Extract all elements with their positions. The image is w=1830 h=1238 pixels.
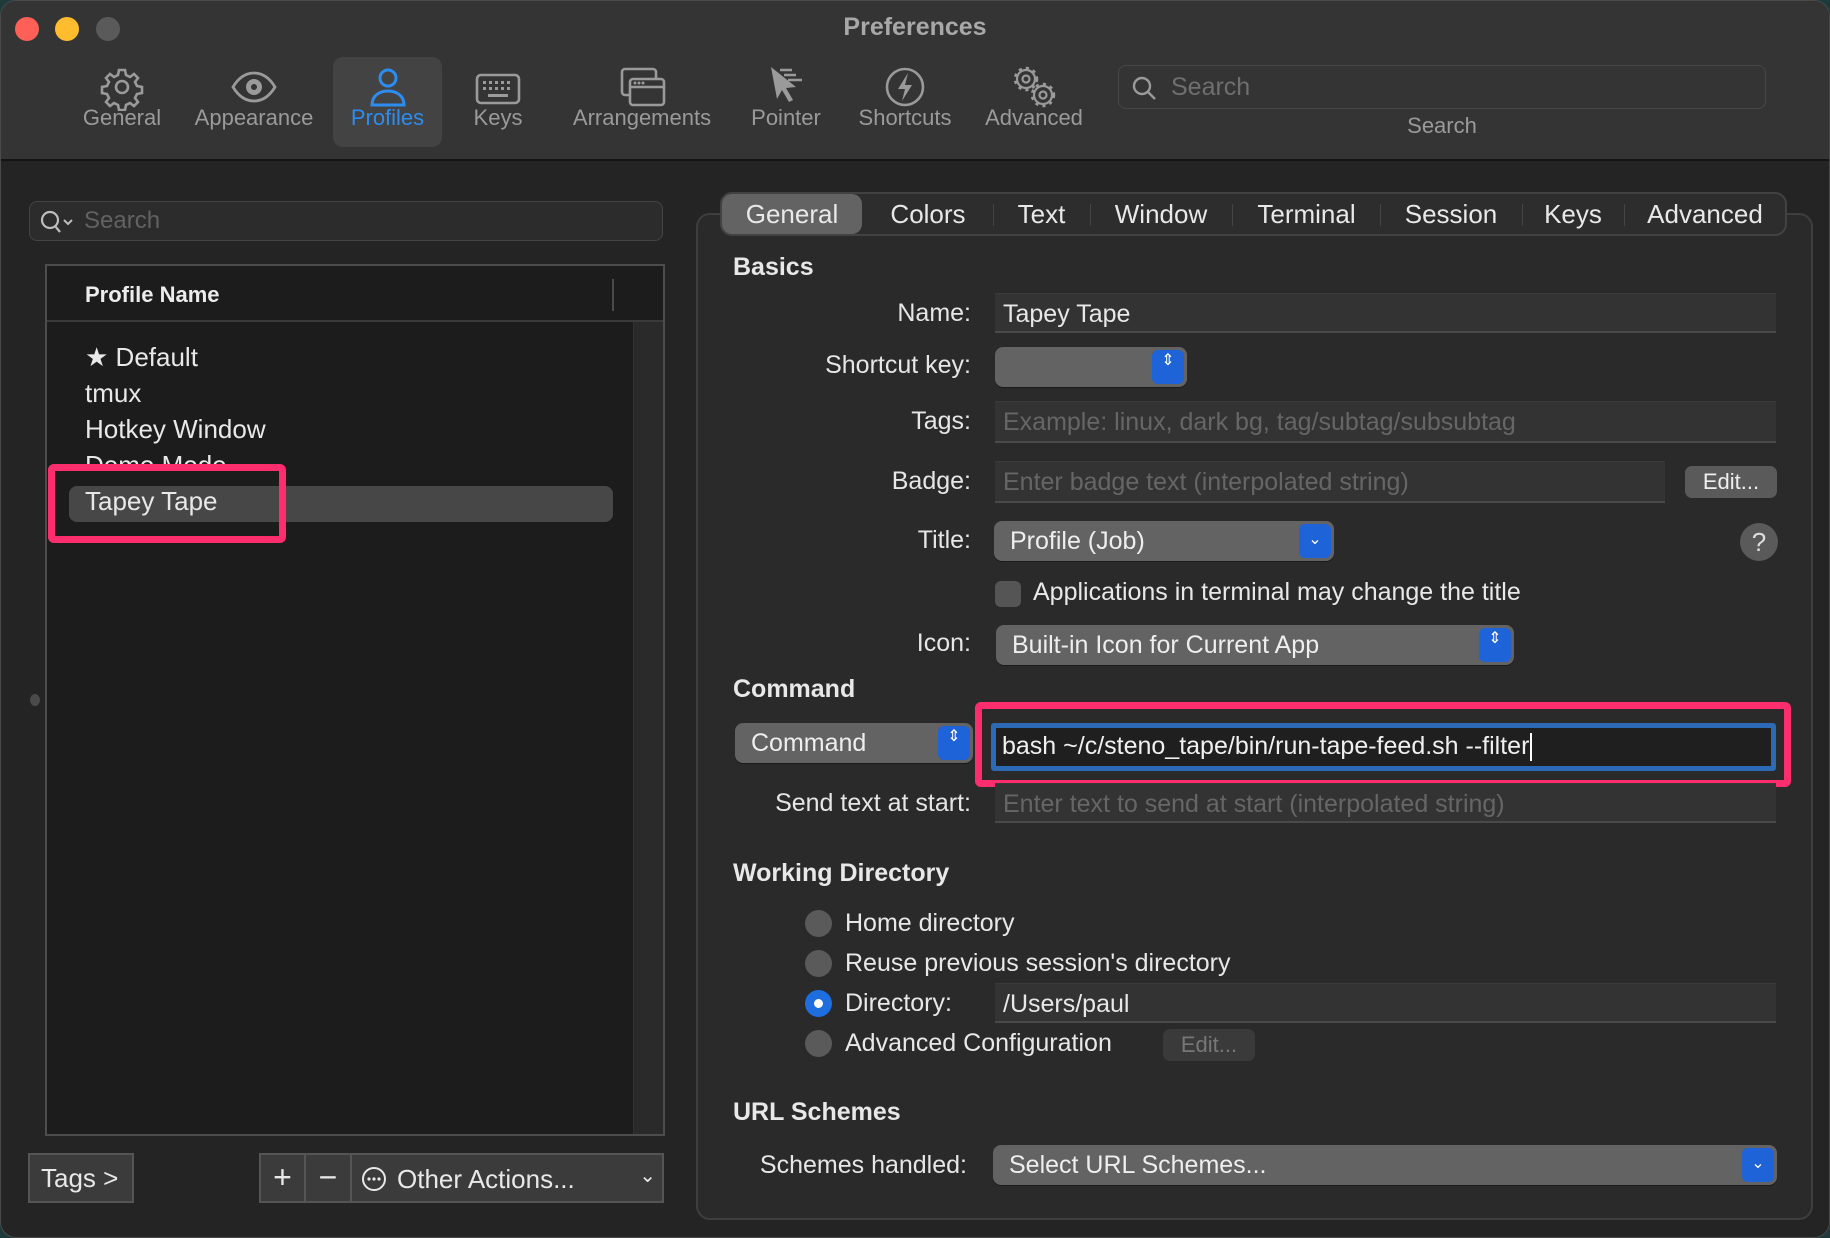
- up-down-chevron-icon: ⇕: [1152, 350, 1184, 384]
- add-profile-button[interactable]: +: [259, 1153, 306, 1203]
- name-field[interactable]: Tapey Tape: [995, 293, 1776, 333]
- section-working-directory-heading: Working Directory: [733, 859, 950, 887]
- tab-terminal[interactable]: Terminal: [1233, 194, 1380, 234]
- apps-change-title-label[interactable]: Applications in terminal may change the …: [1033, 578, 1521, 607]
- toolbar-arrangements[interactable]: Arrangements: [563, 57, 721, 147]
- radio-reuse-previous[interactable]: [805, 950, 832, 977]
- profile-item-hotkey-window[interactable]: Hotkey Window: [85, 414, 266, 445]
- lightning-icon: [849, 57, 961, 107]
- pointer-icon: [741, 57, 831, 107]
- toolbar-search-input[interactable]: Search: [1118, 65, 1766, 109]
- chevron-down-icon: ⌄: [639, 1165, 656, 1187]
- badge-label: Badge:: [891, 467, 971, 495]
- profile-list: Profile Name ★ Default tmux Hotkey Windo…: [45, 264, 665, 1136]
- command-input[interactable]: bash ~/c/steno_tape/bin/run-tape-feed.sh…: [991, 723, 1776, 771]
- toolbar-appearance[interactable]: Appearance: [189, 57, 319, 147]
- title-dropdown[interactable]: Profile (Job) ⌄: [994, 521, 1334, 561]
- keyboard-icon: [459, 57, 537, 107]
- column-divider: [612, 279, 614, 311]
- profile-item-demo-mode[interactable]: Demo Mode: [85, 450, 227, 470]
- shortcut-key-popup[interactable]: ⇕: [995, 347, 1187, 387]
- other-actions-dropdown[interactable]: Other Actions... ⌄: [350, 1153, 664, 1203]
- up-down-chevron-icon: ⇕: [938, 726, 970, 760]
- tags-input[interactable]: Example: linux, dark bg, tag/subtag/subs…: [995, 401, 1776, 443]
- tab-general[interactable]: General: [722, 194, 862, 234]
- toolbar-keys[interactable]: Keys: [459, 57, 537, 147]
- home-directory-label[interactable]: Home directory: [845, 909, 1015, 938]
- badge-edit-button[interactable]: Edit...: [1685, 466, 1777, 498]
- tab-session[interactable]: Session: [1381, 194, 1521, 234]
- send-text-label: Send text at start:: [775, 789, 971, 817]
- icon-popup[interactable]: Built-in Icon for Current App ⇕: [996, 625, 1514, 665]
- apps-change-title-checkbox[interactable]: [995, 581, 1021, 607]
- search-icon: [1132, 76, 1156, 100]
- preferences-window: Preferences General Appearance Profiles …: [0, 0, 1830, 1238]
- profile-item-default[interactable]: ★ Default: [85, 342, 198, 373]
- up-down-chevron-icon: ⇕: [1479, 628, 1511, 662]
- column-header-profile-name: Profile Name: [85, 282, 220, 307]
- profile-item-tapey-tape[interactable]: Tapey Tape: [85, 486, 218, 517]
- tab-text[interactable]: Text: [994, 194, 1089, 234]
- section-command-heading: Command: [733, 675, 856, 703]
- toolbar-search-label: Search: [1407, 113, 1477, 138]
- tab-keys[interactable]: Keys: [1523, 194, 1623, 234]
- icon-label: Icon:: [916, 629, 971, 657]
- name-label: Name:: [897, 299, 971, 327]
- shortcut-key-label: Shortcut key:: [825, 351, 971, 379]
- search-menu-icon: [40, 210, 73, 233]
- command-type-popup[interactable]: Command ⇕: [735, 723, 973, 763]
- profile-item-tmux[interactable]: tmux: [85, 378, 141, 409]
- directory-label[interactable]: Directory:: [845, 989, 952, 1018]
- schemes-handled-label: Schemes handled:: [759, 1151, 967, 1179]
- windows-icon: [563, 57, 721, 107]
- chevron-down-icon: ⌄: [1299, 524, 1331, 558]
- send-text-input[interactable]: Enter text to send at start (interpolate…: [995, 783, 1776, 823]
- tab-colors[interactable]: Colors: [868, 194, 988, 234]
- section-url-schemes-heading: URL Schemes: [733, 1098, 901, 1126]
- advanced-configuration-label[interactable]: Advanced Configuration: [845, 1029, 1112, 1058]
- radio-advanced-configuration[interactable]: [805, 1030, 832, 1057]
- advanced-configuration-edit-button[interactable]: Edit...: [1163, 1029, 1255, 1061]
- title-bar: Preferences General Appearance Profiles …: [1, 1, 1829, 161]
- tags-label: Tags:: [911, 407, 971, 435]
- text-cursor: [1530, 733, 1533, 762]
- tab-advanced[interactable]: Advanced: [1625, 194, 1785, 234]
- badge-input[interactable]: Enter badge text (interpolated string): [995, 461, 1665, 503]
- remove-profile-button[interactable]: −: [304, 1153, 352, 1203]
- title-label: Title:: [917, 526, 971, 554]
- more-icon: [362, 1167, 386, 1191]
- help-button[interactable]: ?: [1740, 523, 1778, 561]
- eye-icon: [189, 57, 319, 107]
- window-title: Preferences: [843, 13, 987, 41]
- profile-search-input[interactable]: Search: [29, 201, 663, 241]
- person-icon: [333, 57, 442, 107]
- reuse-previous-label[interactable]: Reuse previous session's directory: [845, 949, 1231, 978]
- gear-icon: [77, 57, 167, 112]
- directory-input[interactable]: /Users/paul: [995, 983, 1776, 1023]
- toolbar-pointer[interactable]: Pointer: [741, 57, 831, 147]
- star-icon: ★: [85, 342, 109, 372]
- profile-list-header[interactable]: Profile Name: [47, 266, 663, 322]
- gears-icon: [977, 57, 1091, 108]
- toolbar-general[interactable]: General: [77, 57, 167, 147]
- tab-window[interactable]: Window: [1091, 194, 1231, 234]
- toolbar-profiles[interactable]: Profiles: [333, 57, 442, 147]
- profile-tabs: General Colors Text Window Terminal Sess…: [720, 192, 1787, 236]
- radio-home-directory[interactable]: [805, 910, 832, 937]
- url-schemes-dropdown[interactable]: Select URL Schemes... ⌄: [993, 1145, 1777, 1185]
- split-view-handle[interactable]: [30, 694, 40, 706]
- chevron-down-icon: ⌄: [1742, 1148, 1774, 1182]
- profile-list-scrollbar[interactable]: [633, 322, 663, 1134]
- toolbar-advanced[interactable]: Advanced: [977, 57, 1091, 147]
- toolbar-shortcuts[interactable]: Shortcuts: [849, 57, 961, 147]
- section-basics-heading: Basics: [733, 253, 814, 281]
- tags-button[interactable]: Tags >: [28, 1153, 134, 1203]
- radio-directory[interactable]: [805, 990, 832, 1017]
